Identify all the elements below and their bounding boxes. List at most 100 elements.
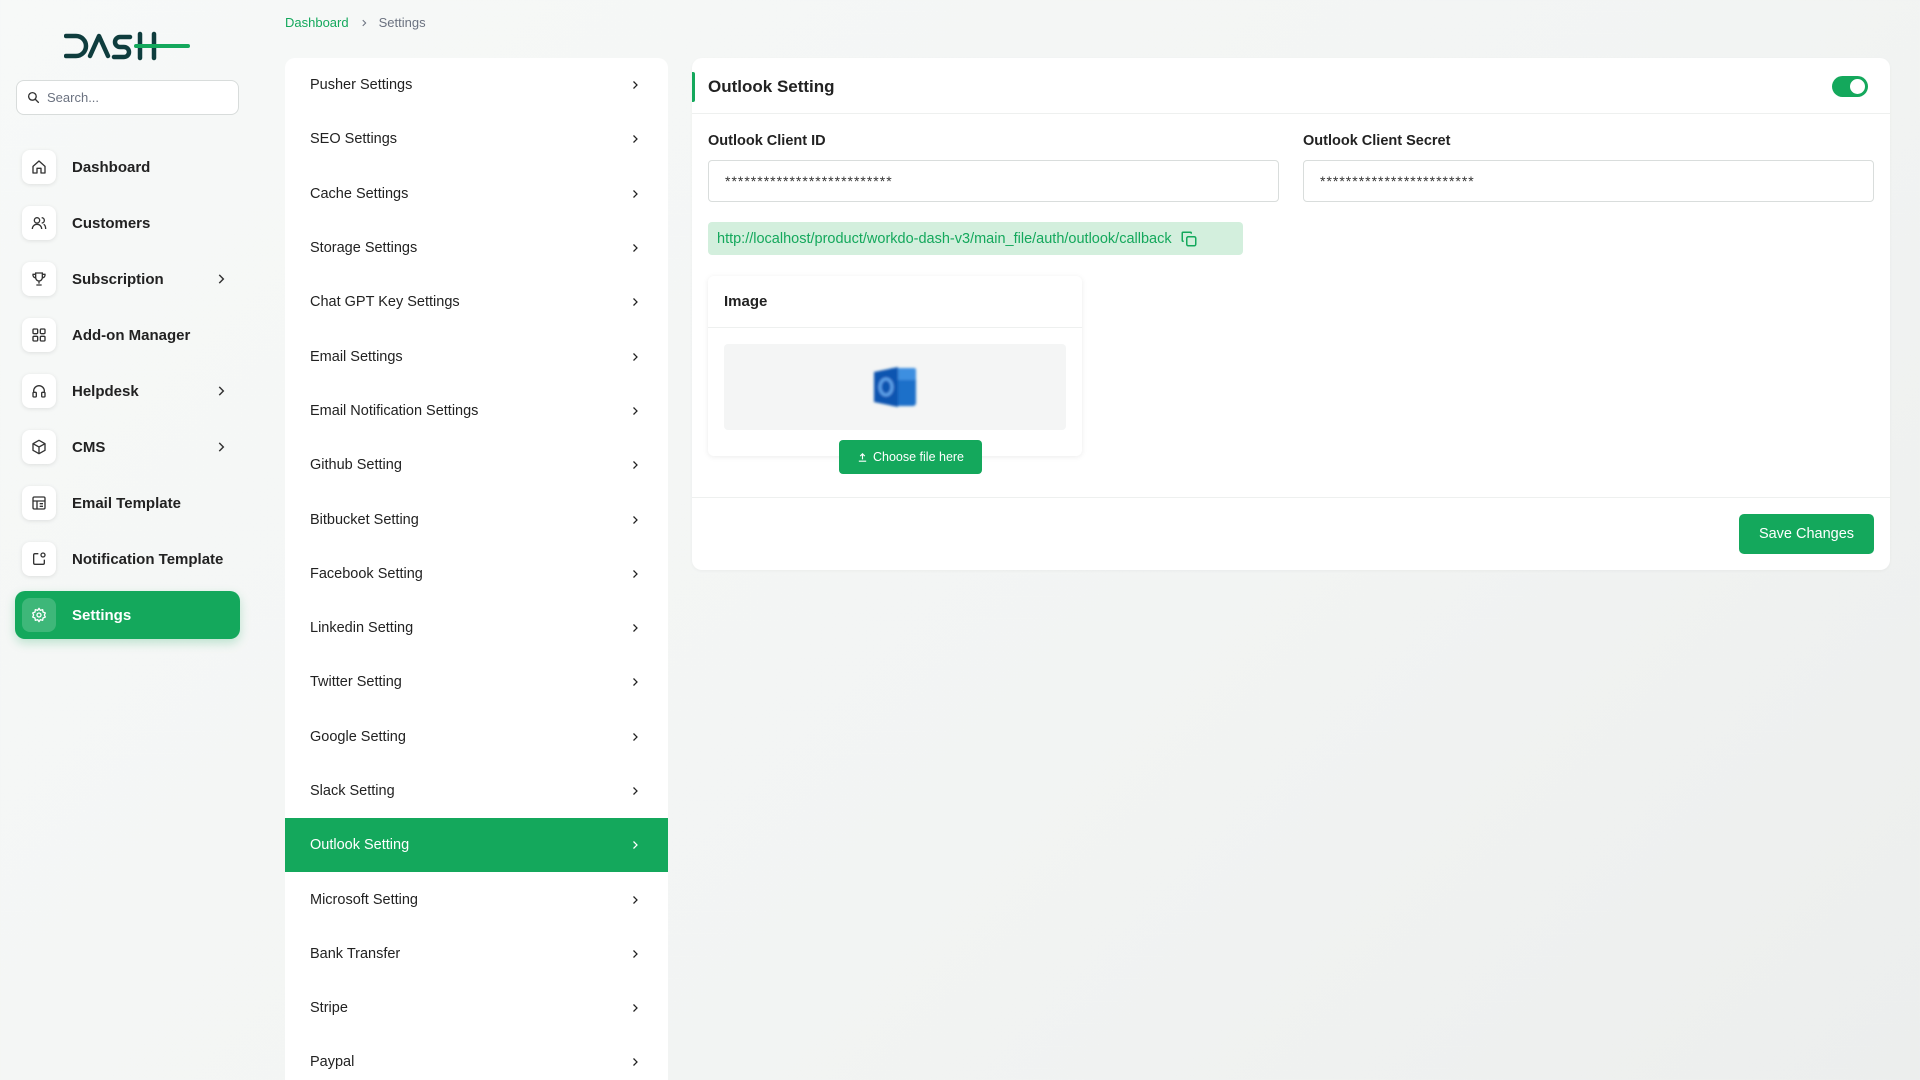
- image-card-header: Image: [708, 276, 1082, 328]
- card-footer-divider: [692, 497, 1890, 498]
- client-secret-label: Outlook Client Secret: [1303, 133, 1451, 149]
- settings-item-label: Storage Settings: [310, 240, 418, 257]
- sidebar-item-customers[interactable]: Customers: [15, 199, 240, 247]
- sidebar-item-label: Dashboard: [72, 158, 151, 176]
- settings-item-label: SEO Settings: [310, 131, 398, 148]
- chevron-right-icon: [633, 352, 638, 361]
- settings-item-outlook[interactable]: Outlook Setting: [285, 818, 668, 873]
- notification-icon: [22, 542, 56, 576]
- settings-item-label: Slack Setting: [310, 783, 395, 799]
- settings-item-pusher[interactable]: Pusher Settings: [285, 58, 668, 112]
- client-id-label: Outlook Client ID: [708, 133, 826, 149]
- chevron-right-icon: [633, 406, 638, 415]
- settings-item-label: Email Settings: [310, 348, 403, 365]
- template-icon: [22, 486, 56, 520]
- chevron-right-icon: [633, 949, 638, 958]
- settings-item-label: Microsoft Setting: [310, 891, 418, 908]
- chevron-right-icon: [633, 189, 638, 198]
- search-input[interactable]: [47, 90, 227, 105]
- client-secret-input[interactable]: [1303, 160, 1874, 202]
- chevron-right-icon: [633, 298, 638, 307]
- callback-url-box[interactable]: http://localhost/product/workdo-dash-v3/…: [708, 222, 1243, 255]
- sidebar-item-subscription[interactable]: Subscription: [15, 255, 240, 303]
- home-icon: [22, 150, 56, 184]
- settings-item-microsoft[interactable]: Microsoft Setting: [285, 872, 668, 926]
- chevron-right-icon: [633, 678, 638, 687]
- save-changes-button[interactable]: Save Changes: [1739, 514, 1874, 554]
- card-title: Outlook Setting: [708, 77, 835, 96]
- settings-item-storage[interactable]: Storage Settings: [285, 221, 668, 275]
- chevron-right-icon: [633, 895, 638, 904]
- chevron-right-icon: [633, 787, 638, 795]
- sidebar-item-label: Notification Template: [72, 550, 224, 568]
- settings-item-slack[interactable]: Slack Setting: [285, 764, 668, 818]
- search-box[interactable]: [16, 80, 239, 115]
- card-header: Outlook Setting: [692, 58, 1890, 114]
- sidebar-item-email-template[interactable]: Email Template: [15, 479, 240, 527]
- settings-item-label: Chat GPT Key Settings: [310, 294, 460, 311]
- settings-item-label: Cache Settings: [310, 185, 409, 202]
- dash-logo[interactable]: [64, 28, 190, 64]
- settings-item-label: Bitbucket Setting: [310, 511, 419, 528]
- copy-icon[interactable]: [1180, 230, 1198, 248]
- chevron-right-icon: [633, 569, 638, 578]
- sidebar-item-label: CMS: [72, 438, 106, 456]
- settings-item-google[interactable]: Google Setting: [285, 710, 668, 764]
- image-preview: [724, 344, 1066, 430]
- settings-item-github[interactable]: Github Setting: [285, 438, 668, 492]
- outlook-logo-icon: [874, 367, 916, 407]
- settings-item-label: Paypal: [310, 1054, 355, 1071]
- settings-item-email[interactable]: Email Settings: [285, 329, 668, 383]
- settings-item-facebook[interactable]: Facebook Setting: [285, 547, 668, 601]
- client-id-input[interactable]: [708, 160, 1279, 202]
- outlook-enable-toggle[interactable]: [1832, 76, 1868, 97]
- chevron-right-icon: [218, 274, 225, 284]
- sidebar-item-label: Add-on Manager: [72, 326, 191, 344]
- settings-item-chat-gpt[interactable]: Chat GPT Key Settings: [285, 275, 668, 329]
- settings-item-twitter[interactable]: Twitter Setting: [285, 655, 668, 709]
- chevron-right-icon: [633, 515, 638, 524]
- upload-icon: [858, 452, 867, 462]
- sidebar-item-cms[interactable]: CMS: [15, 423, 240, 471]
- breadcrumb-dashboard-link[interactable]: Dashboard: [285, 15, 349, 30]
- settings-item-cache[interactable]: Cache Settings: [285, 167, 668, 221]
- settings-item-bitbucket[interactable]: Bitbucket Setting: [285, 492, 668, 546]
- sidebar-item-notification-template[interactable]: Notification Template: [15, 535, 240, 583]
- sidebar-item-settings[interactable]: Settings: [15, 591, 240, 639]
- choose-file-button[interactable]: Choose file here: [839, 440, 982, 474]
- chevron-right-icon: [633, 244, 638, 252]
- chevron-right-icon: [633, 461, 638, 470]
- outlook-settings-card: Outlook Setting Outlook Client ID Outloo…: [692, 58, 1890, 570]
- sidebar-item-helpdesk[interactable]: Helpdesk: [15, 367, 240, 415]
- settings-item-bank-transfer[interactable]: Bank Transfer: [285, 927, 668, 981]
- settings-item-seo[interactable]: SEO Settings: [285, 112, 668, 166]
- search-icon: [27, 91, 40, 104]
- settings-menu: Pusher Settings SEO Settings Cache Setti…: [285, 58, 668, 1080]
- chevron-right-icon: [218, 442, 225, 452]
- breadcrumb-current: Settings: [378, 15, 426, 30]
- settings-item-label: Github Setting: [310, 457, 402, 474]
- breadcrumb: Dashboard Settings: [285, 15, 426, 30]
- package-icon: [22, 430, 56, 464]
- sidebar-nav: Dashboard Customers Subscription Add-on …: [15, 143, 240, 647]
- settings-item-stripe[interactable]: Stripe: [285, 981, 668, 1035]
- settings-item-linkedin[interactable]: Linkedin Setting: [285, 601, 668, 655]
- sidebar-item-dashboard[interactable]: Dashboard: [15, 143, 240, 191]
- users-icon: [22, 206, 56, 240]
- grid-icon: [22, 318, 56, 352]
- trophy-icon: [22, 262, 56, 296]
- chevron-right-icon: [633, 135, 638, 144]
- settings-item-email-notification[interactable]: Email Notification Settings: [285, 384, 668, 438]
- chevron-right-icon: [361, 19, 367, 26]
- settings-item-label: Stripe: [310, 1000, 348, 1017]
- sidebar-item-label: Customers: [72, 214, 151, 232]
- header-accent-bar: [692, 72, 695, 102]
- chevron-right-icon: [633, 81, 638, 90]
- sidebar-item-addon-manager[interactable]: Add-on Manager: [15, 311, 240, 359]
- settings-item-label: Twitter Setting: [310, 674, 402, 691]
- chevron-right-icon: [218, 386, 225, 396]
- chevron-right-icon: [633, 1004, 638, 1013]
- settings-item-paypal[interactable]: Paypal: [285, 1035, 668, 1080]
- headphones-icon: [22, 374, 56, 408]
- settings-item-label: Linkedin Setting: [310, 620, 414, 637]
